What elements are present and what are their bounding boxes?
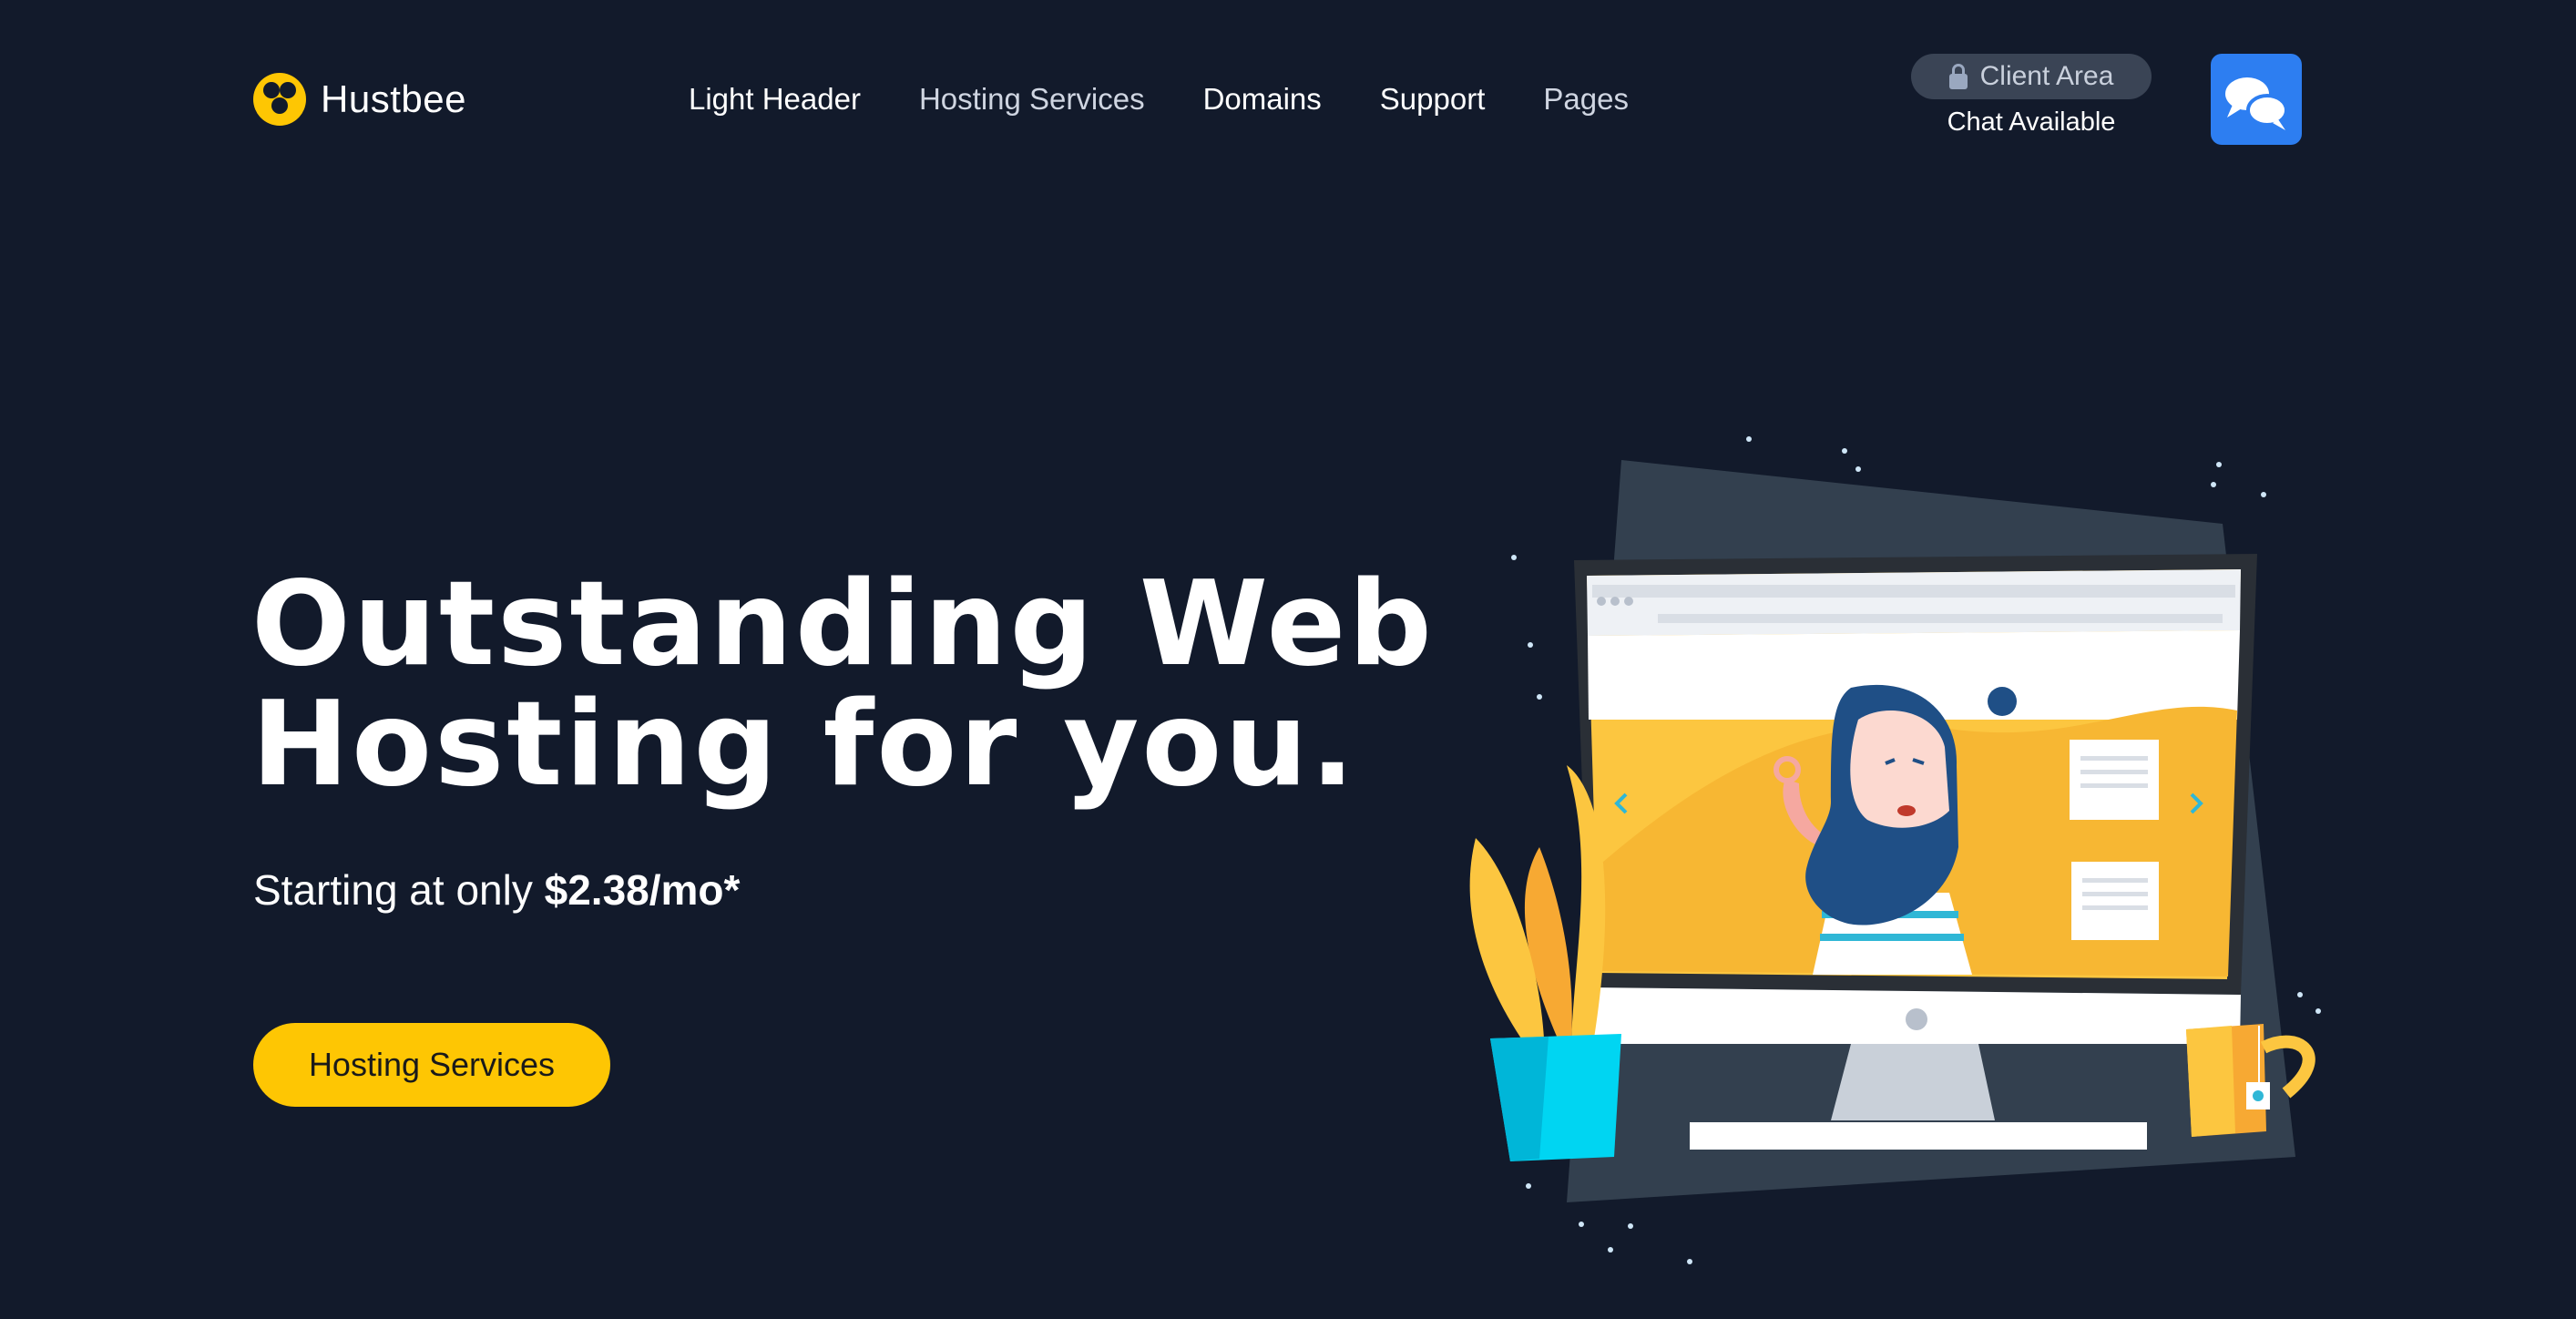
chat-button[interactable] bbox=[2211, 54, 2302, 145]
chat-status-text: Chat Available bbox=[1947, 107, 2116, 137]
hero-title-line-1: Outstanding Web bbox=[251, 557, 1435, 692]
hero-subtitle: Starting at only $2.38/mo* bbox=[253, 865, 740, 915]
hosting-services-button[interactable]: Hosting Services bbox=[253, 1023, 610, 1107]
lock-icon bbox=[1948, 64, 1968, 89]
main-nav: Light Header Hosting Services Domains Su… bbox=[689, 77, 1687, 122]
client-area-button[interactable]: Client Area bbox=[1911, 54, 2152, 99]
nav-hosting-services[interactable]: Hosting Services bbox=[919, 82, 1145, 117]
chat-bubbles-icon bbox=[2225, 77, 2288, 130]
nav-support[interactable]: Support bbox=[1380, 82, 1486, 117]
brand-logo[interactable]: Hustbee bbox=[253, 73, 466, 126]
price-text: $2.38/mo* bbox=[544, 866, 741, 914]
client-area-label: Client Area bbox=[1979, 61, 2114, 91]
hero-title-line-2: Hosting for you. bbox=[251, 677, 1358, 813]
nav-pages[interactable]: Pages bbox=[1543, 82, 1629, 117]
honeycomb-icon bbox=[253, 73, 306, 126]
hero-illustration bbox=[1469, 436, 2321, 1264]
brand-name: Hustbee bbox=[321, 77, 466, 120]
subtitle-prefix: Starting at only bbox=[253, 866, 533, 914]
nav-light-header[interactable]: Light Header bbox=[689, 82, 861, 117]
hero-title: Outstanding Web Hosting for you. bbox=[251, 565, 1435, 805]
site-header: Hustbee Light Header Hosting Services Do… bbox=[0, 0, 2576, 200]
nav-domains[interactable]: Domains bbox=[1203, 82, 1322, 117]
